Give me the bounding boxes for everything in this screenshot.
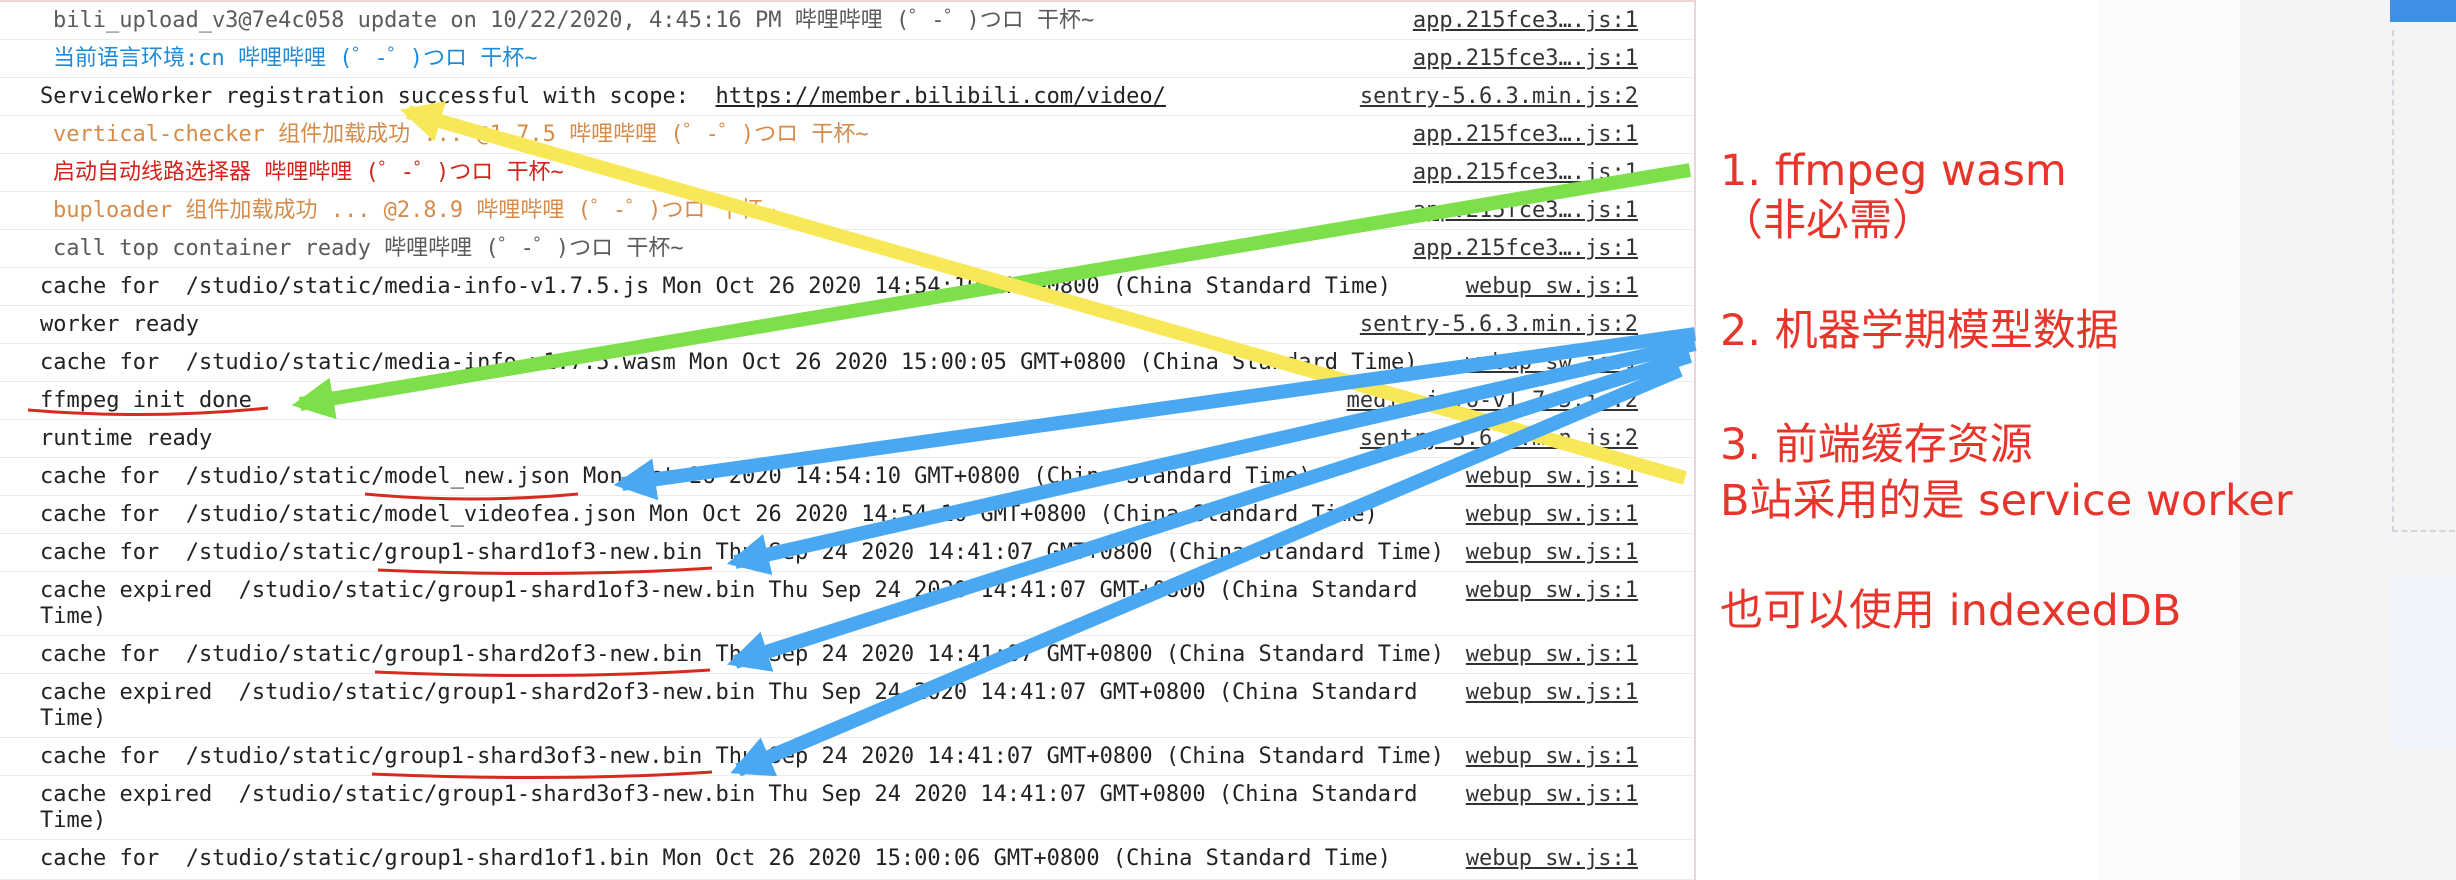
side-panel-blue-tab[interactable] [2390,0,2456,22]
log-source-link[interactable]: webup sw.js:1 [1466,642,1638,668]
log-source-link[interactable]: webup sw.js:1 [1466,540,1638,566]
log-row[interactable]: cache for /studio/static/group1-shard1of… [0,534,1694,572]
log-source-link[interactable]: sentry-5.6.3.min.js:2 [1360,426,1638,452]
log-source-link[interactable]: sentry-5.6.3.min.js:2 [1360,84,1638,110]
log-message: call top container ready 哔哩哔哩 (゜-゜)つロ 干杯… [53,236,684,261]
log-row[interactable]: ServiceWorker registration successful wi… [0,78,1694,116]
log-message: worker ready [40,312,199,337]
log-message: cache expired /studio/static/group1-shar… [40,578,1431,629]
log-row[interactable]: cache for /studio/static/group1-shard1of… [0,840,1694,880]
log-message: cache expired /studio/static/group1-shar… [40,680,1431,731]
log-row[interactable]: cache for /studio/static/media-info-v1.7… [0,268,1694,306]
log-row[interactable]: cache expired /studio/static/group1-shar… [0,776,1694,840]
log-source-link[interactable]: webup sw.js:1 [1466,578,1638,604]
log-message: ServiceWorker registration successful wi… [40,84,1450,110]
annotation-frontend-cache: 3. 前端缓存资源 [1720,420,2033,470]
log-row[interactable]: runtime ready sentry-5.6.3.min.js:2 [0,420,1694,458]
log-row[interactable]: cache for /studio/static/model_new.json … [0,458,1694,496]
log-row[interactable]: cache for /studio/static/group1-shard3of… [0,738,1694,776]
annotation-indexeddb: 也可以使用 indexedDB [1720,586,2182,636]
log-row[interactable]: cache for /studio/static/group1-shard2of… [0,636,1694,674]
log-source-link[interactable]: sentry-5.6.3.min.js:2 [1360,312,1638,338]
log-row[interactable]: vertical-checker 组件加载成功 ... @1.7.5 哔哩哔哩 … [0,116,1694,154]
devtools-console-panel: bili_upload_v3@7e4c058 update on 10/22/2… [0,0,1696,880]
log-row[interactable]: call top container ready 哔哩哔哩 (゜-゜)つロ 干杯… [0,230,1694,268]
log-source-link[interactable]: media-info-v1.7.5.js:2 [1347,388,1638,414]
log-row[interactable]: bili_upload_v3@7e4c058 update on 10/22/2… [0,2,1694,40]
log-source-link[interactable]: app.215fce3….js:1 [1413,8,1638,34]
log-message-prefix: ServiceWorker registration successful wi… [40,84,716,109]
log-message: bili_upload_v3@7e4c058 update on 10/22/2… [53,8,1095,33]
log-message: vertical-checker 组件加载成功 ... @1.7.5 哔哩哔哩 … [53,122,869,147]
log-row[interactable]: ffmpeg init done media-info-v1.7.5.js:2 [0,382,1694,420]
log-source-link[interactable]: webup sw.js:1 [1466,502,1638,528]
log-message: ffmpeg init done [40,388,252,413]
annotation-service-worker: B站采用的是 service worker [1720,476,2293,526]
log-source-link[interactable]: webup sw.js:1 [1466,350,1638,376]
log-message: cache for /studio/static/media-info-v1.7… [40,274,1392,299]
log-message: cache for /studio/static/group1-shard1of… [40,540,1444,565]
log-source-link[interactable]: webup sw.js:1 [1466,680,1638,706]
log-row[interactable]: cache for /studio/static/model_videofea.… [0,496,1694,534]
annotation-not-required: （非必需） [1720,196,1935,246]
side-panel-background [2097,0,2240,880]
log-source-link[interactable]: app.215fce3….js:1 [1413,122,1638,148]
log-source-link[interactable]: app.215fce3….js:1 [1413,198,1638,224]
annotation-ml-model-data: 2. 机器学期模型数据 [1720,306,2119,356]
annotation-ffmpeg-wasm: 1. ffmpeg wasm [1720,146,2067,196]
log-source-link[interactable]: webup sw.js:1 [1466,782,1638,808]
log-message: cache for /studio/static/group1-shard3of… [40,744,1444,769]
scope-url-link[interactable]: https://member.bilibili.com/video/ [716,84,1166,109]
log-message: cache for /studio/static/model_new.json … [40,464,1312,489]
log-row[interactable]: 当前语言环境:cn 哔哩哔哩 (゜-゜)つロ 干杯~ app.215fce3….… [0,40,1694,78]
log-message: cache for /studio/static/media-info-v1.7… [40,350,1418,375]
log-row[interactable]: 启动自动线路选择器 哔哩哔哩 (゜-゜)つロ 干杯~ app.215fce3….… [0,154,1694,192]
log-message: 启动自动线路选择器 哔哩哔哩 (゜-゜)つロ 干杯~ [53,160,564,185]
log-source-link[interactable]: webup sw.js:1 [1466,846,1638,872]
dashed-placeholder-box [2392,30,2456,532]
side-panel-light-block [2390,576,2456,748]
log-row[interactable]: cache for /studio/static/media-info-v1.7… [0,344,1694,382]
log-source-link[interactable]: app.215fce3….js:1 [1413,236,1638,262]
log-source-link[interactable]: app.215fce3….js:1 [1413,160,1638,186]
log-message: 当前语言环境:cn 哔哩哔哩 (゜-゜)つロ 干杯~ [53,46,538,71]
log-row[interactable]: cache expired /studio/static/group1-shar… [0,572,1694,636]
log-row[interactable]: cache expired /studio/static/group1-shar… [0,674,1694,738]
log-message: cache expired /studio/static/group1-shar… [40,782,1431,833]
log-message: buploader 组件加载成功 ... @2.8.9 哔哩哔哩 (゜-゜)つロ… [53,198,776,223]
log-row[interactable]: worker ready sentry-5.6.3.min.js:2 [0,306,1694,344]
log-message: runtime ready [40,426,213,451]
log-source-link[interactable]: webup sw.js:1 [1466,744,1638,770]
log-source-link[interactable]: app.215fce3….js:1 [1413,46,1638,72]
log-source-link[interactable]: webup sw.js:1 [1466,464,1638,490]
log-source-link[interactable]: webup sw.js:1 [1466,274,1638,300]
log-message: cache for /studio/static/group1-shard1of… [40,846,1392,871]
log-message: cache for /studio/static/group1-shard2of… [40,642,1444,667]
log-message: cache for /studio/static/model_videofea.… [40,502,1378,527]
log-row[interactable]: buploader 组件加载成功 ... @2.8.9 哔哩哔哩 (゜-゜)つロ… [0,192,1694,230]
